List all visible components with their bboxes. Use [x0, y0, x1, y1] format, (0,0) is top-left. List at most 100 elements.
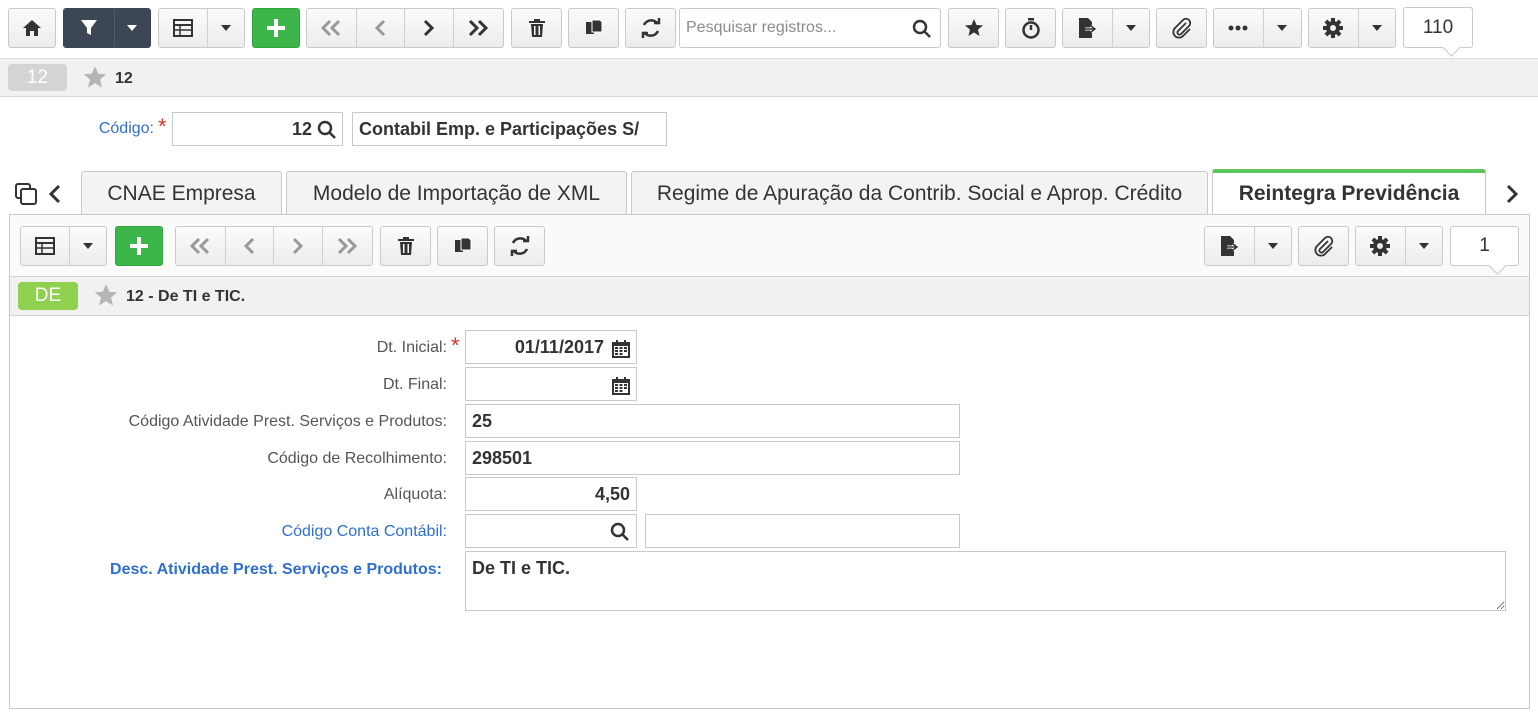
panel-navigation-button-group[interactable] — [175, 226, 373, 266]
home-button[interactable] — [8, 8, 56, 48]
last-record-button[interactable] — [322, 227, 372, 265]
previous-record-button[interactable] — [225, 227, 274, 265]
panel-attachment-button[interactable] — [1298, 226, 1349, 266]
dt-final-field[interactable] — [465, 367, 637, 401]
panel-record-title: 12 - De TI e TIC. — [126, 288, 246, 305]
favorite-button[interactable] — [948, 8, 999, 48]
next-record-button[interactable] — [405, 9, 454, 47]
previous-record-button[interactable] — [356, 9, 405, 47]
cod-atividade-value: 25 — [472, 410, 493, 431]
export-file-icon — [1221, 236, 1240, 256]
more-options-button-group[interactable] — [1213, 8, 1302, 48]
grid-view-dropdown-button[interactable] — [69, 227, 106, 265]
first-record-button[interactable] — [307, 9, 357, 47]
favorite-star-icon[interactable] — [82, 65, 108, 90]
desc-atividade-textarea[interactable]: De TI e TIC. — [465, 551, 1506, 611]
cod-atividade-field[interactable]: 25 — [465, 404, 960, 438]
filter-dropdown-button[interactable] — [114, 9, 150, 47]
settings-dropdown-button[interactable] — [1405, 227, 1442, 265]
panel-refresh-button[interactable] — [494, 226, 545, 266]
chevron-left-icon — [244, 237, 255, 255]
aliquota-field[interactable]: 4,50 — [465, 477, 637, 511]
conta-contabil-field[interactable] — [465, 514, 637, 548]
delete-button[interactable] — [511, 8, 562, 48]
panel-toolbar: 1 — [10, 215, 1529, 277]
tab-cnae-empresa[interactable]: CNAE Empresa — [81, 171, 282, 215]
copy-icon — [454, 237, 471, 252]
panel-add-button[interactable] — [115, 226, 163, 266]
tab-reintegra-previdencia[interactable]: Reintegra Previdência — [1212, 169, 1486, 215]
cod-recolhimento-field[interactable]: 298501 — [465, 441, 960, 475]
record-badge-text: 12 — [26, 66, 49, 88]
dt-inicial-field[interactable]: 01/11/2017 — [465, 330, 637, 364]
panel-settings-button-group[interactable] — [1355, 226, 1443, 266]
trash-icon — [397, 237, 414, 255]
search-icon[interactable] — [610, 522, 630, 542]
export-dropdown-button[interactable] — [1112, 9, 1149, 47]
grid-view-button[interactable] — [159, 9, 208, 47]
timer-button[interactable] — [1005, 8, 1056, 48]
favorite-star-icon[interactable] — [93, 283, 119, 308]
panel-grid-view-button-group[interactable] — [20, 226, 107, 266]
grid-view-dropdown-button[interactable] — [207, 9, 244, 47]
search-icon[interactable] — [912, 19, 932, 39]
navigation-button-group[interactable] — [306, 8, 504, 48]
chevron-down-icon — [1125, 25, 1136, 31]
chevron-left-icon — [375, 19, 386, 37]
export-button[interactable] — [1063, 9, 1113, 47]
refresh-button[interactable] — [625, 8, 676, 48]
attachment-button[interactable] — [1156, 8, 1207, 48]
double-chevron-right-icon — [469, 19, 489, 37]
next-record-button[interactable] — [274, 227, 323, 265]
ellipsis-icon — [1228, 25, 1248, 31]
add-button[interactable] — [252, 8, 300, 48]
company-name-field: Contabil Emp. e Participações S/ — [352, 112, 667, 146]
panel-export-button-group[interactable] — [1204, 226, 1292, 266]
search-input[interactable] — [680, 9, 900, 47]
company-name: Contabil Emp. e Participações S/ — [359, 118, 640, 139]
dt-inicial-value: 01/11/2017 — [514, 336, 604, 357]
search-icon[interactable] — [317, 120, 337, 140]
export-dropdown-button[interactable] — [1254, 227, 1291, 265]
panel-record-bar: DE 12 - De TI e TIC. — [10, 277, 1529, 316]
search-box[interactable] — [679, 8, 941, 48]
panel-record-count: 1 — [1450, 226, 1519, 266]
panel-delete-button[interactable] — [380, 226, 431, 266]
tabs-scroll-right-icon[interactable] — [1505, 184, 1519, 204]
paperclip-icon — [1171, 17, 1191, 39]
tab-label: Regime de Apuração da Contrib. Social e … — [656, 181, 1183, 205]
calendar-icon[interactable] — [611, 376, 631, 396]
settings-button[interactable] — [1356, 227, 1406, 265]
aliquota-value: 4,50 — [594, 483, 630, 504]
tabs-overview-icon[interactable] — [14, 182, 38, 206]
tabs-scroll-left-icon[interactable] — [48, 184, 62, 204]
grid-view-button[interactable] — [21, 227, 70, 265]
calendar-icon[interactable] — [611, 339, 631, 359]
settings-button[interactable] — [1309, 9, 1359, 47]
paperclip-icon — [1313, 235, 1333, 257]
table-icon — [172, 19, 193, 37]
last-record-button[interactable] — [453, 9, 503, 47]
record-badge: 12 — [8, 64, 67, 91]
double-chevron-left-icon — [190, 237, 210, 255]
panel-record-badge: DE — [18, 282, 78, 310]
tab-modelo-importacao-xml[interactable]: Modelo de Importação de XML — [286, 171, 627, 215]
export-button[interactable] — [1205, 227, 1255, 265]
export-button-group[interactable] — [1062, 8, 1150, 48]
settings-dropdown-button[interactable] — [1358, 9, 1395, 47]
more-options-dropdown-button[interactable] — [1263, 9, 1301, 47]
export-file-icon — [1079, 18, 1098, 38]
panel-duplicate-button[interactable] — [437, 226, 488, 266]
panel-record-badge-text: DE — [34, 285, 62, 306]
double-chevron-right-icon — [338, 237, 358, 255]
filter-button[interactable] — [64, 9, 115, 47]
settings-button-group[interactable] — [1308, 8, 1396, 48]
filter-button-group[interactable] — [63, 8, 151, 48]
chevron-down-icon — [1371, 25, 1382, 31]
grid-view-button-group[interactable] — [158, 8, 245, 48]
more-options-button[interactable] — [1214, 9, 1264, 47]
first-record-button[interactable] — [176, 227, 226, 265]
tab-regime-apuracao[interactable]: Regime de Apuração da Contrib. Social e … — [631, 171, 1208, 215]
codigo-field[interactable]: 12 — [172, 112, 343, 146]
duplicate-button[interactable] — [568, 8, 619, 48]
